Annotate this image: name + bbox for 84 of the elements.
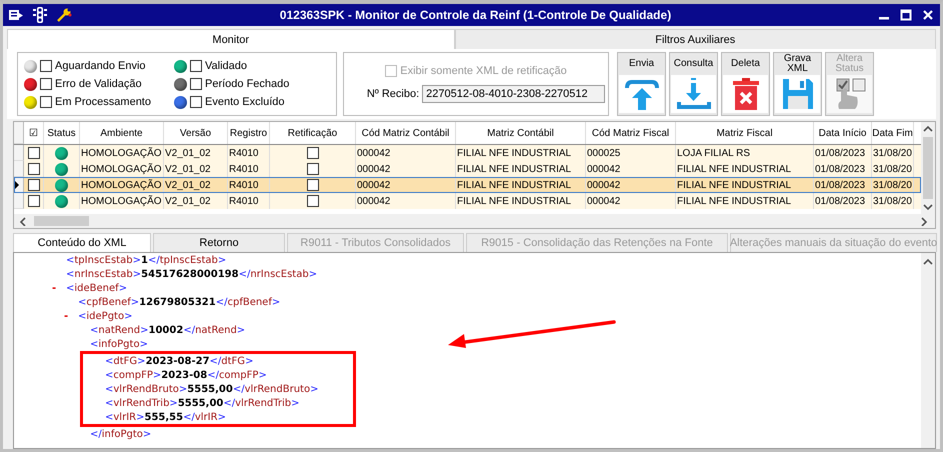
window-menu-icon[interactable]: [9, 9, 23, 21]
xml-line: <idePgto>: [78, 310, 132, 322]
column-header[interactable]: Status: [44, 122, 80, 144]
table-row[interactable]: HOMOLOGAÇÃO V2_01_02 R4010 000042 FILIAL NFE INDUSTRIAL 000042 FILIAL NFE INDUSTRIAL 01/08/2023 31/08/20: [14, 177, 921, 193]
column-header[interactable]: Retificação: [270, 122, 356, 144]
column-header[interactable]: Data Fim: [872, 122, 914, 144]
horizontal-scrollbar[interactable]: [14, 214, 935, 228]
checkbox[interactable]: [306, 147, 318, 159]
column-header[interactable]: Versão: [164, 122, 228, 144]
table-cell: V2_01_02: [164, 193, 228, 209]
vertical-scrollbar[interactable]: [921, 122, 935, 214]
checkbox[interactable]: [190, 60, 202, 72]
checkbox[interactable]: [40, 60, 52, 72]
column-header[interactable]: Matriz Fiscal: [676, 122, 814, 144]
checkbox[interactable]: [190, 96, 202, 108]
traffic-light-icon[interactable]: [33, 7, 47, 23]
collapse-toggle[interactable]: -: [64, 310, 68, 322]
tab[interactable]: Monitor: [7, 29, 455, 49]
table-cell: FILIAL NFE INDUSTRIAL: [456, 193, 586, 209]
maximize-icon[interactable]: [900, 9, 912, 21]
checkbox[interactable]: [40, 96, 52, 108]
legend-label: Evento Excluído: [205, 96, 284, 108]
table-row[interactable]: HOMOLOGAÇÃO V2_01_02 R4010 000042 FILIAL NFE INDUSTRIAL 000042 FILIAL NFE INDUSTRIAL 01/08/2023 31/08/20: [14, 193, 921, 209]
collapse-toggle[interactable]: -: [52, 282, 56, 294]
checkbox[interactable]: [28, 163, 40, 175]
xml-line: <vlrRendTrib>5555,00</vlrRendTrib>: [105, 398, 300, 408]
column-header[interactable]: Cód Matriz Fiscal: [586, 122, 676, 144]
row-header[interactable]: [14, 177, 24, 193]
save-button[interactable]: Grava XML: [773, 52, 822, 116]
table-row[interactable]: HOMOLOGAÇÃO V2_01_02 R4010 000042 FILIAL NFE INDUSTRIAL 000042 FILIAL NFE INDUSTRIAL 01/08/2023 31/08/20: [14, 161, 921, 177]
checkbox[interactable]: [28, 147, 40, 159]
xml-line: <ideBenef>: [66, 282, 128, 294]
table-cell: 01/08/2023: [814, 193, 872, 209]
xml-line: <natRend>10002</natRend>: [90, 324, 246, 336]
download-button[interactable]: Consulta: [669, 52, 718, 116]
tab[interactable]: Conteúdo do XML: [13, 233, 151, 252]
vertical-scrollbar[interactable]: [921, 253, 935, 448]
column-header[interactable]: Cód Matriz Contábil: [356, 122, 456, 144]
legend-label: Período Fechado: [205, 78, 290, 90]
table-cell: FILIAL NFE INDUSTRIAL: [676, 193, 814, 209]
table-row[interactable]: HOMOLOGAÇÃO V2_01_02 R4010 000042 FILIAL NFE INDUSTRIAL 000025 LOJA FILIAL RS 01/08/2023 31/08/20: [14, 145, 921, 161]
delete-button[interactable]: Deleta: [721, 52, 770, 116]
xml-line: <dtFG>2023-08-27</dtFG>: [105, 356, 254, 366]
checkbox[interactable]: [40, 78, 52, 90]
upload-button[interactable]: Envia: [617, 52, 666, 116]
checkbox[interactable]: [306, 163, 318, 175]
column-header[interactable]: Registro: [228, 122, 270, 144]
xml-line: <nrInscEstab>54517628000198</nrInscEstab>: [66, 268, 318, 280]
column-header[interactable]: Data Início: [814, 122, 872, 144]
checkbox[interactable]: [190, 78, 202, 90]
window-title: 012363SPK - Monitor de Controle da Reinf (1-Controle De Qualidade): [278, 8, 672, 22]
xml-line: <cpfBenef>12679805321</cpfBenef>: [78, 296, 280, 308]
xml-line: <vlrIR>555,55</vlrIR>: [105, 412, 226, 422]
xml-line: <tpInscEstab>1</tpInscEstab>: [66, 254, 226, 266]
tab[interactable]: Filtros Auxiliares: [454, 29, 936, 49]
field-label: Nº Recibo:: [366, 88, 420, 100]
xml-line: </infoPgto>: [90, 428, 152, 440]
table-cell: 000042: [586, 193, 676, 209]
receipt-field[interactable]: 2270512-08-4010-2308-2270512: [422, 85, 606, 103]
table-cell: R4010: [228, 193, 270, 209]
checkbox[interactable]: [306, 195, 318, 207]
wrench-icon[interactable]: [57, 8, 73, 22]
table-cell: 31/08/20: [872, 193, 914, 209]
legend-label: Validado: [205, 60, 247, 72]
xml-line: <vlrRendBruto>5555,00</vlrRendBruto>: [105, 384, 318, 394]
legend-label: Aguardando Envio: [55, 60, 146, 72]
table-cell: HOMOLOGAÇÃO: [80, 193, 164, 209]
table-cell: 000042: [356, 193, 456, 209]
checkbox[interactable]: [28, 195, 40, 207]
checkbox-label: Exibir somente XML de retificação: [400, 65, 567, 77]
checkbox[interactable]: [306, 179, 318, 191]
row-pointer-icon: [14, 180, 20, 188]
legend-label: Em Processamento: [55, 96, 151, 108]
legend-label: Erro de Validação: [55, 78, 142, 90]
column-header[interactable]: Ambiente: [80, 122, 164, 144]
xml-line: <infoPgto>: [90, 338, 148, 350]
tab[interactable]: Retorno: [153, 233, 285, 252]
scrollbar-thumb[interactable]: [923, 137, 933, 199]
xml-line: <compFP>2023-08</compFP>: [105, 370, 267, 380]
checkbox[interactable]: [28, 179, 40, 191]
scrollbar-thumb[interactable]: [34, 216, 89, 226]
column-header[interactable]: Matriz Contábil: [456, 122, 586, 144]
close-icon[interactable]: [922, 9, 934, 21]
column-header[interactable]: ☑: [24, 122, 44, 144]
